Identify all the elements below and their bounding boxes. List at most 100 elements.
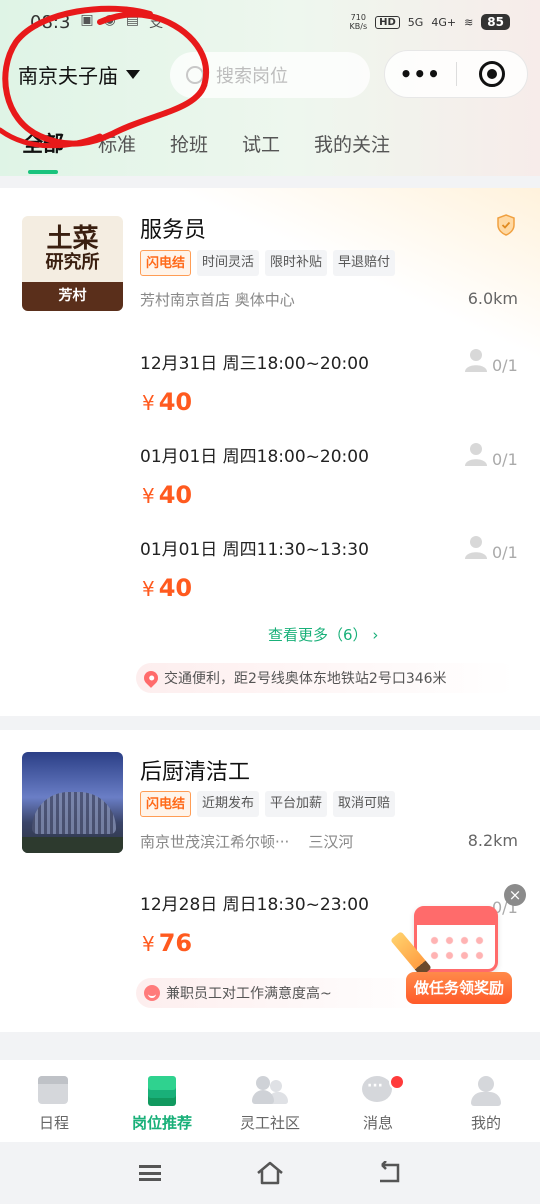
tab-my-follows[interactable]: 我的关注: [314, 130, 390, 157]
shield-icon: [497, 214, 515, 236]
tab-grab-shift[interactable]: 抢班: [170, 130, 208, 157]
tag: 限时补贴: [265, 250, 328, 276]
bottom-nav: 日程 岗位推荐 灵工社区 消息 我的: [0, 1060, 540, 1142]
wifi-icon: ≋: [464, 15, 474, 29]
close-icon[interactable]: ×: [504, 884, 526, 906]
headcount: 0/1: [492, 450, 518, 469]
note-text: 交通便利，距2号线奥体东地铁站2号口346米: [164, 671, 447, 687]
task-reward-button[interactable]: 做任务领奖励: [406, 972, 512, 1004]
city-selector[interactable]: 南京夫子庙: [18, 60, 140, 89]
nav-schedule[interactable]: 日程: [0, 1060, 108, 1142]
more-options-button[interactable]: •••: [385, 62, 456, 86]
tag: 平台加薪: [265, 791, 328, 817]
logo-text: 土菜: [46, 224, 99, 254]
currency-symbol: ¥: [142, 391, 155, 415]
company-logo: 土菜 研究所 芳村: [22, 216, 123, 311]
nav-community[interactable]: 灵工社区: [216, 1060, 324, 1142]
tab-standard[interactable]: 标准: [98, 130, 136, 157]
currency-symbol: ¥: [142, 484, 155, 508]
job-note: 交通便利，距2号线奥体东地铁站2号口346米: [136, 663, 516, 693]
app-icon: ◉: [103, 12, 116, 28]
notification-icons: ▣ ◉ ▤ 支: [80, 12, 163, 32]
battery-icon: 85: [481, 14, 510, 30]
tag-flash-pay: 闪电结: [140, 791, 192, 817]
shift-price: ¥40: [142, 574, 192, 602]
tag: 近期发布: [197, 791, 260, 817]
person-icon: [465, 536, 487, 559]
tag-flash-pay: 闪电结: [140, 250, 192, 276]
job-title: 服务员: [140, 218, 207, 243]
home-button[interactable]: [250, 1158, 290, 1188]
people-icon: [252, 1076, 288, 1106]
home-icon: [257, 1161, 283, 1185]
system-nav-bar: [0, 1142, 540, 1204]
nav-label: 日程: [38, 1114, 69, 1132]
person-icon: [465, 443, 487, 466]
back-icon: [380, 1161, 400, 1183]
job-card[interactable]: 土菜 研究所 芳村 服务员 闪电结 时间灵活 限时补贴 早退赔付 芳村南京首店 …: [0, 188, 540, 716]
nav-label: 灵工社区: [239, 1114, 300, 1132]
note-text: 兼职员工对工作满意度高~: [166, 986, 332, 1002]
target-icon: [478, 61, 505, 87]
caret-down-icon: [126, 70, 140, 79]
shift-time: 12月31日 周三18:00~20:00: [140, 354, 369, 374]
chevron-right-icon: ›: [372, 626, 379, 644]
city-name: 南京夫子庙: [18, 64, 118, 88]
headcount: 0/1: [492, 543, 518, 562]
person-icon: [465, 349, 487, 372]
tab-trial[interactable]: 试工: [242, 130, 280, 157]
currency-symbol: ¥: [142, 577, 155, 601]
search-icon: [186, 66, 204, 84]
see-more-label: 查看更多（6）: [268, 626, 368, 644]
category-tabs: 全部 标准 抢班 试工 我的关注: [0, 118, 540, 174]
back-button[interactable]: [370, 1158, 410, 1188]
location-name: 南京世茂滨江希尔顿···: [140, 833, 290, 851]
location-area: 三汉河: [308, 833, 354, 851]
status-right: 710 KB/s HD 5G 4G+ ≋ 85: [350, 13, 510, 31]
search-placeholder: 搜索岗位: [216, 66, 288, 87]
nav-label: 消息: [362, 1114, 393, 1132]
app-icon: ▤: [125, 12, 140, 28]
tag: 早退赔付: [333, 250, 396, 276]
headcount: 0/1: [492, 356, 518, 375]
signal-5g-icon: 5G: [407, 15, 424, 29]
task-reward-promo[interactable]: × 做任务领奖励: [390, 882, 526, 1004]
see-more-link[interactable]: 查看更多（6） ›: [268, 624, 378, 645]
net-speed-unit: KB/s: [349, 22, 368, 31]
nav-messages[interactable]: 消息: [324, 1060, 432, 1142]
logo-text: 研究所: [45, 252, 100, 273]
alipay-icon: 支: [149, 15, 164, 31]
job-distance: 8.2km: [467, 831, 518, 850]
status-time: 08:3: [30, 11, 71, 33]
notification-icon: ▣: [80, 12, 94, 28]
miniprogram-capsule: •••: [384, 50, 528, 98]
logo-brand: 芳村: [22, 282, 123, 311]
tag: 时间灵活: [197, 250, 260, 276]
price-value: 40: [158, 574, 193, 602]
layers-icon: [145, 1076, 179, 1106]
shift-price: ¥40: [142, 388, 192, 416]
job-distance: 6.0km: [467, 289, 518, 308]
tag: 取消可赔: [333, 791, 396, 817]
job-title: 后厨清洁工: [140, 760, 251, 785]
signal-4g-icon: 4G+: [431, 15, 457, 29]
currency-symbol: ¥: [142, 932, 155, 956]
net-speed: 710 KB/s: [350, 13, 368, 31]
job-location: 南京世茂滨江希尔顿··· 三汉河: [140, 831, 353, 852]
net-speed-value: 710: [350, 13, 366, 22]
shift-price: ¥76: [142, 929, 192, 957]
tab-all[interactable]: 全部: [22, 128, 64, 174]
recent-apps-button[interactable]: [130, 1158, 170, 1188]
job-tags: 闪电结 时间灵活 限时补贴 早退赔付: [140, 250, 396, 276]
close-miniprogram-button[interactable]: [457, 61, 528, 87]
search-input[interactable]: 搜索岗位: [170, 52, 370, 98]
nav-me[interactable]: 我的: [432, 1060, 540, 1142]
job-tags: 闪电结 近期发布 平台加薪 取消可赔: [140, 791, 396, 817]
shift-price: ¥40: [142, 481, 192, 509]
user-icon: [471, 1076, 501, 1106]
nav-job-recommend[interactable]: 岗位推荐: [108, 1060, 216, 1142]
shift-time: 12月28日 周日18:30~23:00: [140, 895, 369, 915]
hotel-photo: [22, 752, 123, 853]
menu-icon: [139, 1165, 161, 1181]
status-bar: 08:3 ▣ ◉ ▤ 支 710 KB/s HD 5G 4G+ ≋ 85: [0, 0, 540, 44]
